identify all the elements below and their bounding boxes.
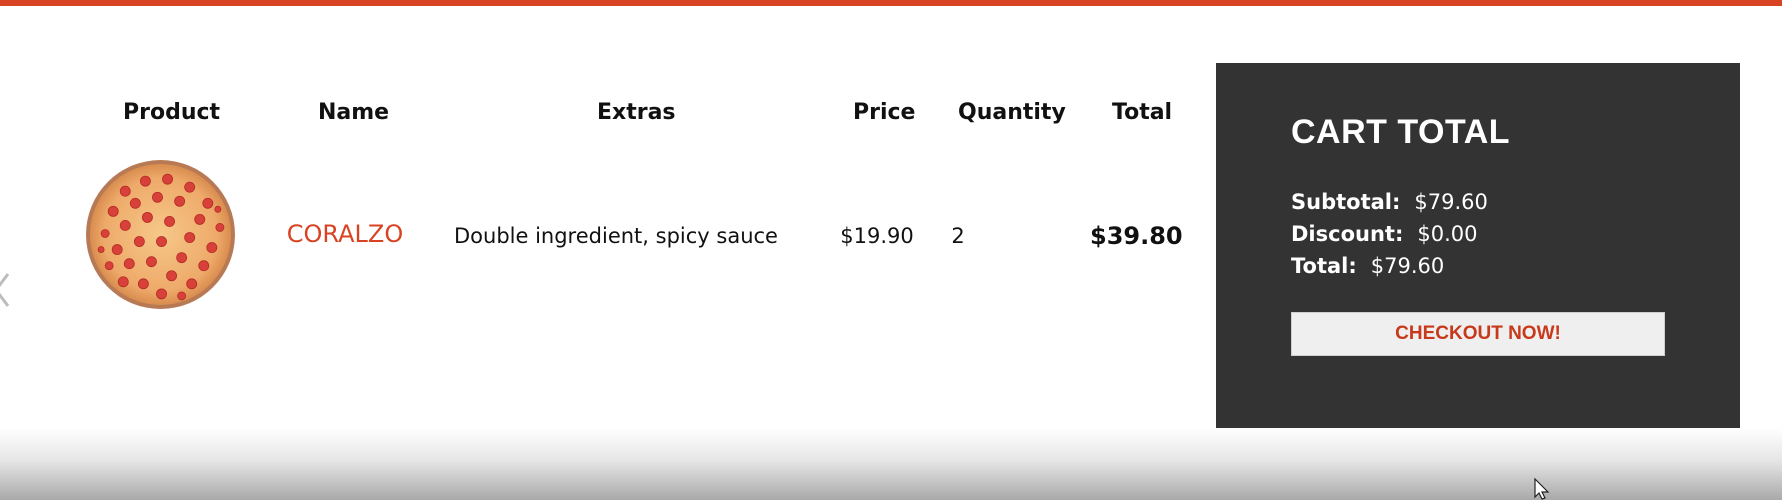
cart-title: CART TOTAL <box>1291 113 1511 151</box>
header-name: Name <box>318 100 390 125</box>
product-name[interactable]: CORALZO <box>280 220 410 248</box>
total-row: Total: $79.60 <box>1291 254 1444 278</box>
top-accent-bar <box>0 0 1782 6</box>
checkout-button[interactable]: CHECKOUT NOW! <box>1291 312 1665 356</box>
product-extras: Double ingredient, spicy sauce <box>454 224 778 248</box>
total-label: Total: <box>1291 254 1357 278</box>
subtotal-value: $79.60 <box>1414 190 1488 214</box>
chevron-left-icon[interactable] <box>0 270 12 310</box>
header-quantity: Quantity <box>958 100 1066 125</box>
subtotal-row: Subtotal: $79.60 <box>1291 190 1488 214</box>
discount-value: $0.00 <box>1417 222 1478 246</box>
total-value: $79.60 <box>1370 254 1445 278</box>
cart-total-panel: CART TOTAL Subtotal: $79.60 Discount: $0.0… <box>1216 63 1740 432</box>
product-price: $19.90 <box>840 224 914 248</box>
discount-label: Discount: <box>1291 222 1404 246</box>
bottom-shadow <box>0 428 1782 500</box>
mouse-pointer-icon <box>1534 478 1550 500</box>
subtotal-label: Subtotal: <box>1291 190 1401 214</box>
discount-row: Discount: $0.00 <box>1291 222 1477 246</box>
header-price: Price <box>853 100 916 125</box>
pizza-image <box>86 160 235 309</box>
product-total: $39.80 <box>1090 222 1183 250</box>
product-quantity: 2 <box>951 224 965 248</box>
header-total: Total <box>1112 100 1173 125</box>
header-product: Product <box>123 100 221 125</box>
header-extras: Extras <box>597 100 676 125</box>
